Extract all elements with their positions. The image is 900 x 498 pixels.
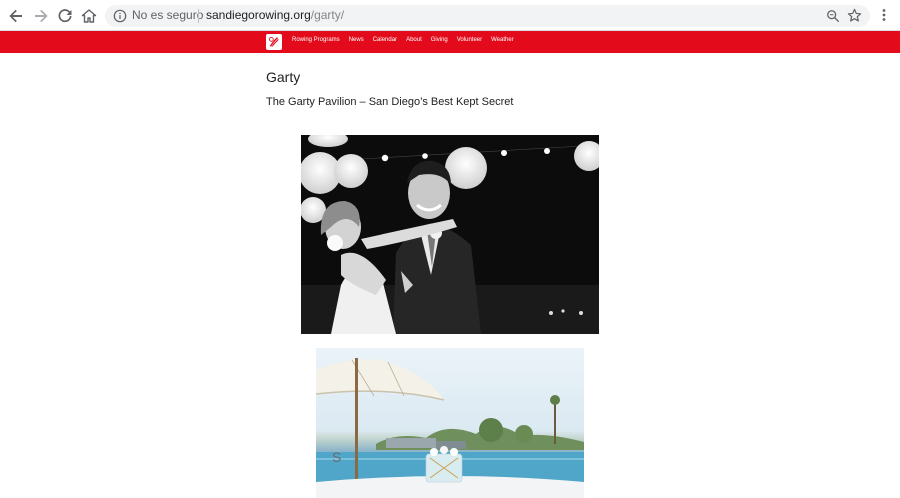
home-button[interactable] xyxy=(77,4,101,28)
forward-button[interactable] xyxy=(29,4,53,28)
info-icon[interactable] xyxy=(113,9,127,23)
nav-link-volunteer[interactable]: Volunteer xyxy=(457,37,482,43)
address-bar[interactable]: No es seguro sandiegorowing.org/garty/ xyxy=(105,5,870,27)
security-label[interactable]: No es seguro xyxy=(132,8,203,22)
nav-links: Rowing Programs News Calendar About Givi… xyxy=(292,37,514,43)
url-text[interactable]: sandiegorowing.org/garty/ xyxy=(206,8,344,22)
star-icon[interactable] xyxy=(847,8,862,23)
browser-toolbar: No es seguro sandiegorowing.org/garty/ xyxy=(0,0,900,31)
nav-link-news[interactable]: News xyxy=(349,37,364,43)
reload-icon xyxy=(58,9,72,23)
nav-link-rowing-programs[interactable]: Rowing Programs xyxy=(292,37,340,43)
sign-letter: S xyxy=(332,449,341,465)
nav-link-calendar[interactable]: Calendar xyxy=(373,37,397,43)
back-arrow-icon xyxy=(9,9,22,23)
omnibox-divider xyxy=(198,9,199,23)
nav-link-weather[interactable]: Weather xyxy=(491,37,514,43)
zoom-icon[interactable] xyxy=(826,9,840,23)
wedding-dance-photo xyxy=(301,135,599,334)
site-nav-bar: Rowing Programs News Calendar About Givi… xyxy=(0,31,900,53)
site-logo[interactable] xyxy=(266,34,282,50)
nav-link-giving[interactable]: Giving xyxy=(431,37,448,43)
page-subtitle: The Garty Pavilion – San Diego’s Best Ke… xyxy=(266,96,514,108)
pavilion-umbrella-photo: S xyxy=(316,348,584,498)
more-vert-icon[interactable] xyxy=(876,7,892,23)
forward-arrow-icon xyxy=(35,9,48,23)
nav-link-about[interactable]: About xyxy=(406,37,422,43)
page-title: Garty xyxy=(266,69,301,85)
back-button[interactable] xyxy=(4,4,28,28)
url-host: sandiegorowing.org xyxy=(206,8,311,22)
url-path: /garty/ xyxy=(310,8,345,22)
reload-button[interactable] xyxy=(53,4,77,28)
home-icon xyxy=(81,9,97,23)
